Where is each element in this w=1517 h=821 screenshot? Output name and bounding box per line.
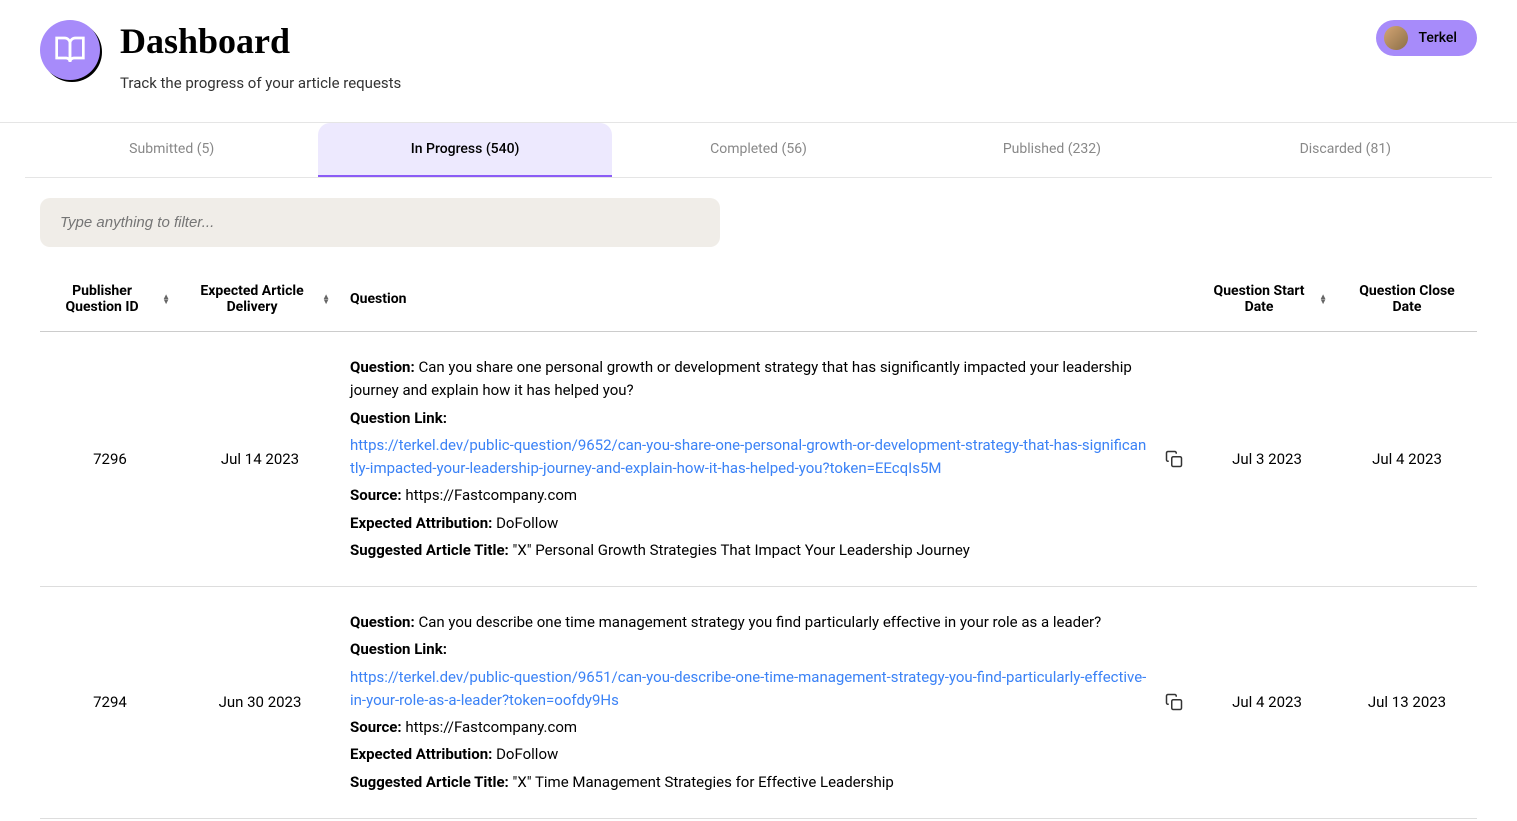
question-text: Can you share one personal growth or dev… xyxy=(350,358,1132,399)
tab-published[interactable]: Published (232) xyxy=(905,123,1198,177)
col-expected-delivery: Expected Article Delivery xyxy=(190,283,314,315)
cell-id: 7294 xyxy=(40,587,180,819)
filter-input[interactable] xyxy=(40,198,720,247)
cell-start: Jul 4 2023 xyxy=(1197,587,1337,819)
sort-icon[interactable]: ▲▼ xyxy=(162,294,170,304)
cell-id: 7296 xyxy=(40,332,180,587)
tab-in[interactable]: In Progress (540) xyxy=(318,123,611,177)
suggested-title: "X" Personal Growth Strategies That Impa… xyxy=(513,541,970,559)
tab-submitted[interactable]: Submitted (5) xyxy=(25,123,318,177)
question-link[interactable]: https://terkel.dev/public-question/9652/… xyxy=(350,436,1146,477)
source-text: https://Fastcompany.com xyxy=(405,718,577,736)
tab-completed[interactable]: Completed (56) xyxy=(612,123,905,177)
attribution-text: DoFollow xyxy=(496,745,558,763)
user-pill[interactable]: Terkel xyxy=(1376,20,1477,56)
sort-icon[interactable]: ▲▼ xyxy=(322,294,330,304)
col-question: Question xyxy=(350,291,406,307)
attribution-text: DoFollow xyxy=(496,514,558,532)
col-close-date: Question Close Date xyxy=(1347,283,1467,315)
tabs: Submitted (5)In Progress (540)Completed … xyxy=(25,123,1492,178)
question-text: Can you describe one time management str… xyxy=(418,613,1101,631)
page-subtitle: Track the progress of your article reque… xyxy=(120,74,401,92)
cell-delivery: Jul 14 2023 xyxy=(180,332,340,587)
cell-question: Question: Can you describe one time mana… xyxy=(340,587,1197,819)
col-start-date: Question Start Date xyxy=(1207,283,1311,315)
suggested-title: "X" Time Management Strategies for Effec… xyxy=(513,773,894,791)
cell-question: Question: Can you share one personal gro… xyxy=(340,332,1197,587)
cell-delivery: Jun 30 2023 xyxy=(180,587,340,819)
avatar xyxy=(1384,26,1408,50)
page-title: Dashboard xyxy=(120,20,401,62)
copy-icon[interactable] xyxy=(1161,446,1187,476)
cell-close: Jul 13 2023 xyxy=(1337,587,1477,819)
user-name: Terkel xyxy=(1418,30,1457,46)
sort-icon[interactable]: ▲▼ xyxy=(1319,294,1327,304)
question-link[interactable]: https://terkel.dev/public-question/9651/… xyxy=(350,668,1146,709)
tab-discarded[interactable]: Discarded (81) xyxy=(1199,123,1492,177)
table-row: 7296Jul 14 2023Question: Can you share o… xyxy=(40,332,1477,587)
col-publisher-id: Publisher Question ID xyxy=(50,283,154,315)
source-text: https://Fastcompany.com xyxy=(405,486,577,504)
book-icon xyxy=(40,20,100,80)
cell-start: Jul 3 2023 xyxy=(1197,332,1337,587)
table-row: 7294Jun 30 2023Question: Can you describ… xyxy=(40,587,1477,819)
copy-icon[interactable] xyxy=(1161,689,1187,719)
cell-close: Jul 4 2023 xyxy=(1337,332,1477,587)
